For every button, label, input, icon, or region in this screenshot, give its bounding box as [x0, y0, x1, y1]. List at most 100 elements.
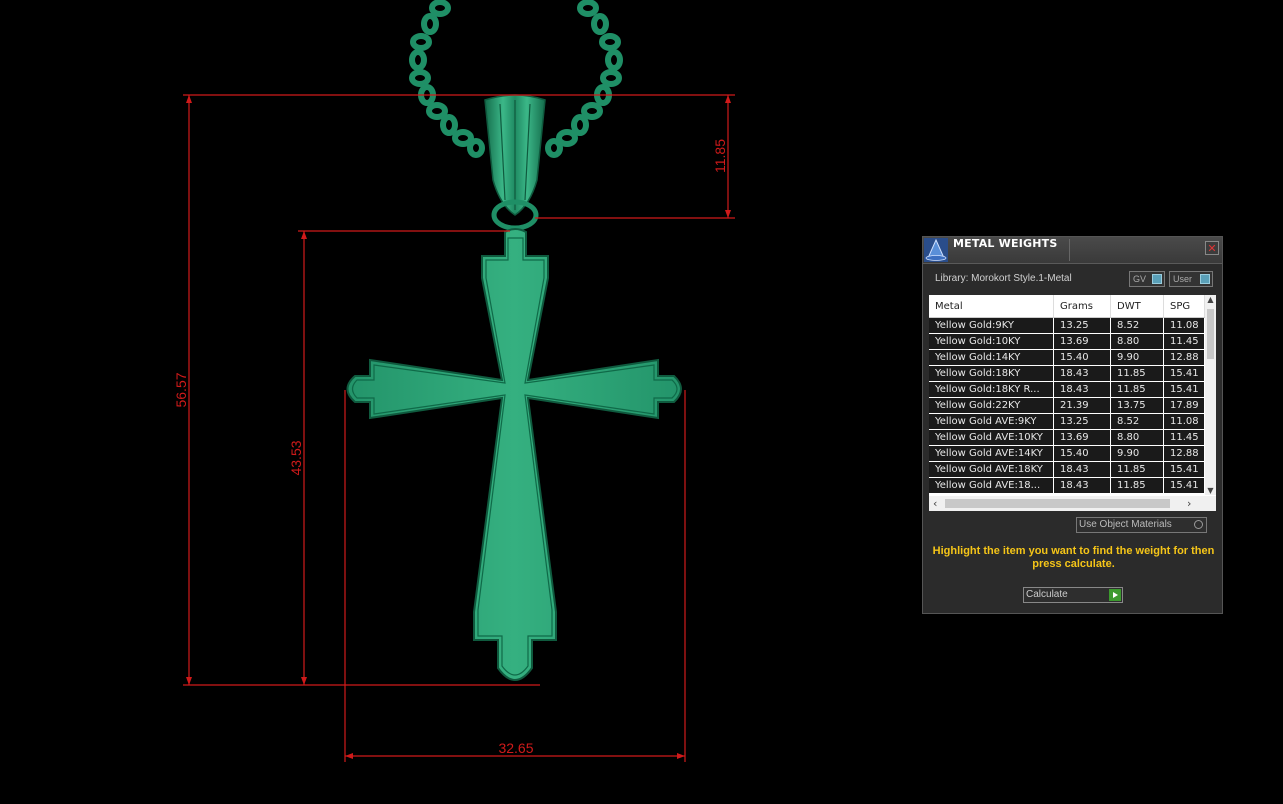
grams-cell: 13.69 — [1053, 429, 1111, 446]
table-header-row: Metal Grams DWT SPG — [929, 295, 1205, 318]
wizard-hat-icon — [924, 238, 948, 262]
dimension-lines — [183, 94, 735, 762]
dwt-cell: 8.52 — [1110, 413, 1164, 430]
spg-cell: 15.41 — [1163, 381, 1205, 398]
grams-cell: 18.43 — [1053, 461, 1111, 478]
dimension-total-height: 56.57 — [173, 372, 189, 407]
spg-cell: 12.88 — [1163, 445, 1205, 462]
vertical-scrollbar[interactable]: ▲ ▼ — [1205, 295, 1216, 495]
chain-right-strand — [545, 0, 623, 158]
metal-cell: Yellow Gold AVE:10KY — [929, 429, 1054, 446]
dimension-bail-height: 11.85 — [712, 139, 728, 173]
metal-cell: Yellow Gold:9KY — [929, 317, 1054, 334]
metal-table-container[interactable]: Metal Grams DWT SPG Yellow Gold:9KY 13.25… — [929, 295, 1216, 511]
spg-cell: 17.89 — [1163, 397, 1205, 414]
chevron-down-icon[interactable]: ▼ — [1205, 486, 1216, 495]
calculate-label: Calculate — [1026, 589, 1068, 600]
table-row[interactable]: Yellow Gold:18KY R... 18.43 11.85 15.41 — [929, 381, 1205, 398]
column-header-grams[interactable]: Grams — [1053, 295, 1111, 318]
table-row[interactable]: Yellow Gold:9KY 13.25 8.52 11.08 — [929, 317, 1205, 334]
dwt-cell: 13.75 — [1110, 397, 1164, 414]
spg-cell: 11.45 — [1163, 429, 1205, 446]
scrollbar-thumb[interactable] — [1207, 309, 1214, 359]
close-button[interactable]: ✕ — [1205, 241, 1219, 255]
metal-cell: Yellow Gold AVE:18... — [929, 477, 1054, 494]
use-object-materials-option[interactable]: Use Object Materials — [1076, 517, 1207, 533]
spg-cell: 11.08 — [1163, 413, 1205, 430]
panel-title: METAL WEIGHTS — [953, 237, 1058, 250]
panel-titlebar[interactable]: METAL WEIGHTS ✕ — [923, 237, 1222, 264]
metal-cell: Yellow Gold AVE:9KY — [929, 413, 1054, 430]
dwt-cell: 9.90 — [1110, 349, 1164, 366]
dwt-cell: 11.85 — [1110, 477, 1164, 494]
spg-cell: 15.41 — [1163, 365, 1205, 382]
grams-cell: 13.25 — [1053, 317, 1111, 334]
table-row[interactable]: Yellow Gold AVE:14KY 15.40 9.90 12.88 — [929, 445, 1205, 462]
metal-cell: Yellow Gold:18KY — [929, 365, 1054, 382]
table-row[interactable]: Yellow Gold:22KY 21.39 13.75 17.89 — [929, 397, 1205, 414]
instruction-text: Highlight the item you want to find the … — [932, 545, 1215, 570]
dwt-cell: 8.52 — [1110, 317, 1164, 334]
dwt-cell: 9.90 — [1110, 445, 1164, 462]
dwt-cell: 11.85 — [1110, 365, 1164, 382]
scrollbar-thumb[interactable] — [945, 499, 1170, 508]
grams-cell: 18.43 — [1053, 381, 1111, 398]
grams-cell: 13.25 — [1053, 413, 1111, 430]
calculate-button[interactable]: Calculate — [1023, 587, 1123, 603]
dwt-cell: 8.80 — [1110, 429, 1164, 446]
chevron-up-icon[interactable]: ▲ — [1205, 295, 1216, 304]
metal-table: Metal Grams DWT SPG Yellow Gold:9KY 13.25… — [929, 295, 1205, 494]
grams-cell: 13.69 — [1053, 333, 1111, 350]
horizontal-scrollbar[interactable]: ‹ › — [929, 496, 1216, 511]
spg-cell: 12.88 — [1163, 349, 1205, 366]
dimension-arrows — [186, 95, 731, 759]
radio-icon[interactable] — [1194, 520, 1203, 529]
dimension-cross-height: 43.53 — [288, 440, 304, 475]
grams-cell: 21.39 — [1053, 397, 1111, 414]
library-label: Library: Morokort Style.1-Metal — [935, 273, 1072, 284]
gv-toggle-button[interactable]: GV — [1129, 271, 1165, 287]
table-row[interactable]: Yellow Gold AVE:10KY 13.69 8.80 11.45 — [929, 429, 1205, 446]
use-object-materials-label: Use Object Materials — [1079, 519, 1172, 530]
dwt-cell: 8.80 — [1110, 333, 1164, 350]
grams-cell: 15.40 — [1053, 349, 1111, 366]
chevron-right-icon[interactable]: › — [1187, 496, 1191, 511]
user-label: User — [1173, 274, 1193, 284]
grams-cell: 18.43 — [1053, 365, 1111, 382]
title-separator — [1069, 239, 1070, 261]
table-row[interactable]: Yellow Gold AVE:18KY 18.43 11.85 15.41 — [929, 461, 1205, 478]
metal-cell: Yellow Gold:18KY R... — [929, 381, 1054, 398]
chevron-left-icon[interactable]: ‹ — [933, 496, 937, 511]
cross-pendant — [346, 228, 682, 681]
dimension-width: 32.65 — [498, 740, 533, 756]
metal-cell: Yellow Gold:10KY — [929, 333, 1054, 350]
metal-cell: Yellow Gold:22KY — [929, 397, 1054, 414]
grams-cell: 15.40 — [1053, 445, 1111, 462]
grams-cell: 18.43 — [1053, 477, 1111, 494]
column-header-spg[interactable]: SPG — [1163, 295, 1205, 318]
spg-cell: 15.41 — [1163, 461, 1205, 478]
table-row[interactable]: Yellow Gold:14KY 15.40 9.90 12.88 — [929, 349, 1205, 366]
dwt-cell: 11.85 — [1110, 381, 1164, 398]
metal-cell: Yellow Gold AVE:18KY — [929, 461, 1054, 478]
spg-cell: 15.41 — [1163, 477, 1205, 494]
metal-cell: Yellow Gold:14KY — [929, 349, 1054, 366]
dwt-cell: 11.85 — [1110, 461, 1164, 478]
metal-weights-panel: METAL WEIGHTS ✕ Library: Morokort Style.… — [922, 236, 1223, 614]
table-row[interactable]: Yellow Gold AVE:9KY 13.25 8.52 11.08 — [929, 413, 1205, 430]
chain-left-strand — [409, 0, 485, 158]
spg-cell: 11.08 — [1163, 317, 1205, 334]
user-toggle-button[interactable]: User — [1169, 271, 1213, 287]
play-arrow-icon — [1109, 589, 1121, 601]
toggle-icon — [1200, 274, 1210, 284]
table-row[interactable]: Yellow Gold:10KY 13.69 8.80 11.45 — [929, 333, 1205, 350]
toggle-icon — [1152, 274, 1162, 284]
column-header-dwt[interactable]: DWT — [1110, 295, 1164, 318]
pendant-bail — [484, 94, 546, 231]
spg-cell: 11.45 — [1163, 333, 1205, 350]
table-row[interactable]: Yellow Gold AVE:18... 18.43 11.85 15.41 — [929, 477, 1205, 494]
table-row[interactable]: Yellow Gold:18KY 18.43 11.85 15.41 — [929, 365, 1205, 382]
column-header-metal[interactable]: Metal — [929, 295, 1054, 318]
gv-label: GV — [1133, 274, 1147, 284]
metal-cell: Yellow Gold AVE:14KY — [929, 445, 1054, 462]
